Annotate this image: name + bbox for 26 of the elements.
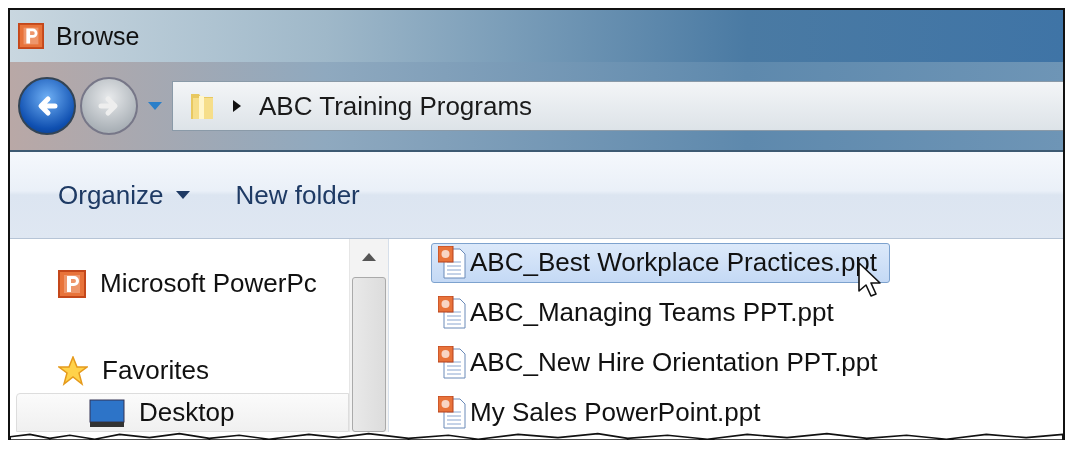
scrollbar[interactable] bbox=[349, 239, 388, 432]
star-icon bbox=[58, 355, 88, 386]
forward-button[interactable] bbox=[80, 77, 138, 135]
caret-icon bbox=[175, 191, 190, 199]
back-button[interactable] bbox=[18, 77, 76, 135]
toolbar-button[interactable]: New folder bbox=[227, 173, 368, 217]
sidebar-item[interactable]: Desktop bbox=[16, 393, 349, 432]
sidebar-item[interactable]: Microsoft PowerPc bbox=[10, 265, 349, 302]
file-item[interactable]: My Sales PowerPoint.ppt bbox=[431, 392, 774, 432]
powerpoint-icon bbox=[18, 23, 44, 49]
powerpoint-icon bbox=[58, 269, 86, 298]
scroll-up-icon[interactable] bbox=[362, 253, 376, 261]
file-item[interactable]: ABC_Managing Teams PPT.ppt bbox=[431, 292, 847, 333]
sidebar-item[interactable]: Favorites bbox=[10, 352, 349, 389]
address-bar[interactable]: ABC Training Programs bbox=[172, 81, 1063, 131]
presentation-file-icon bbox=[438, 296, 466, 330]
presentation-file-icon bbox=[438, 246, 466, 280]
scroll-thumb[interactable] bbox=[352, 277, 386, 432]
organize-menu-button[interactable]: Organize bbox=[50, 173, 198, 217]
breadcrumb-item[interactable]: ABC Training Programs bbox=[259, 90, 533, 122]
file-item[interactable]: ABC_New Hire Orientation PPT.ppt bbox=[431, 342, 891, 383]
monitor-icon bbox=[89, 398, 125, 427]
chevron-icon bbox=[233, 100, 241, 112]
window-title: Browse bbox=[56, 21, 140, 51]
presentation-file-icon bbox=[438, 345, 466, 379]
presentation-file-icon bbox=[438, 395, 466, 429]
